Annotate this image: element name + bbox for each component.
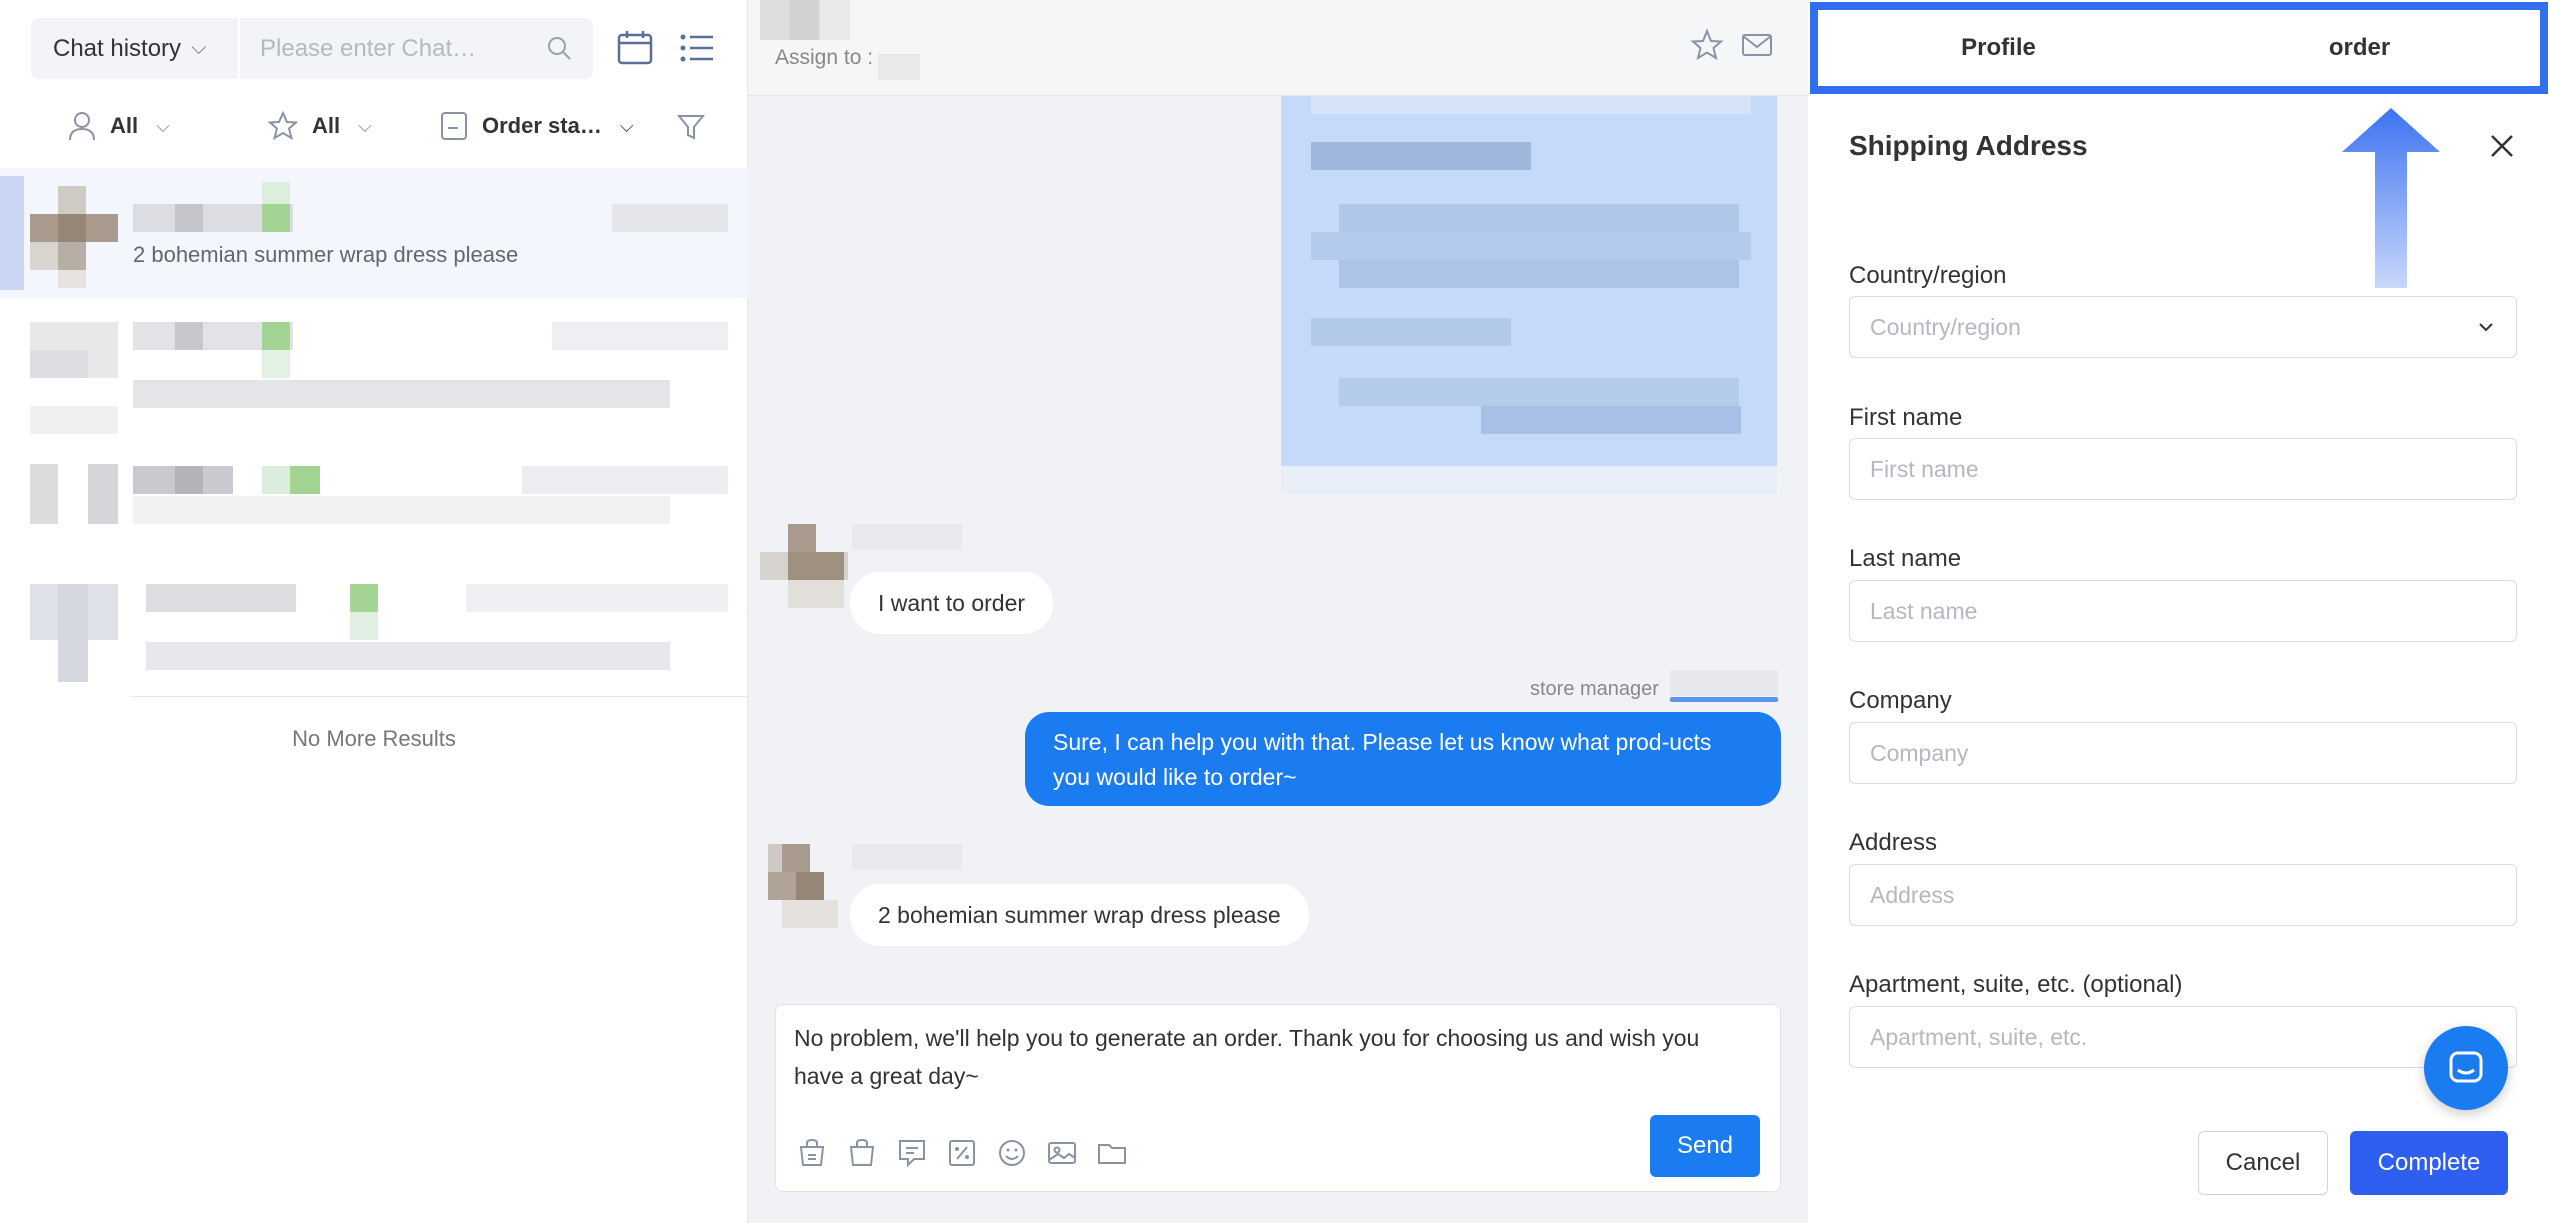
complete-button[interactable]: Complete <box>2350 1131 2508 1195</box>
chevron-down-icon: ⌵ <box>619 115 634 136</box>
shop-icon[interactable] <box>796 1137 828 1169</box>
order-panel: Profile order Shipping Address Country/r… <box>1808 0 2550 1223</box>
company-field[interactable] <box>1849 722 2517 784</box>
tab-profile[interactable]: Profile <box>1818 10 2179 86</box>
filter-row: All ⌵ All ⌵ Order sta… ⌵ <box>0 100 748 152</box>
order-status-filter-label: Order sta… <box>482 113 602 138</box>
sender-underline <box>1670 697 1778 702</box>
calendar-icon[interactable] <box>615 28 655 68</box>
star-icon <box>268 111 298 141</box>
chat-history-select[interactable]: Chat history ⌵ <box>31 18 240 79</box>
conversation-item[interactable] <box>0 310 748 440</box>
country-select[interactable]: Country/region <box>1849 296 2517 358</box>
star-icon[interactable] <box>1690 28 1724 62</box>
send-button[interactable]: Send <box>1650 1115 1760 1177</box>
message-bubble: I want to order <box>850 572 1054 634</box>
divider <box>130 696 748 697</box>
message-composer[interactable]: No problem, we'll help you to generate a… <box>775 1004 1781 1192</box>
message-bubble: 2 bohemian summer wrap dress please <box>850 884 1309 946</box>
funnel-icon[interactable] <box>676 112 706 142</box>
shopping-bag-icon[interactable] <box>846 1137 878 1169</box>
tab-bar-highlight: Profile order <box>1810 2 2548 94</box>
chat-header: Assign to : <box>748 0 1808 96</box>
first-name-field[interactable] <box>1849 438 2517 500</box>
message-text: I want to order <box>878 589 1026 616</box>
customer-avatar <box>768 844 858 934</box>
mail-icon[interactable] <box>1740 28 1774 62</box>
chevron-down-icon: ⌵ <box>191 37 207 59</box>
last-name-label: Last name <box>1849 545 1962 572</box>
blurred-media-content <box>1281 96 1777 466</box>
address-field[interactable] <box>1849 864 2517 926</box>
assign-label: Assign to : <box>775 46 874 69</box>
assignee-filter-label: All <box>110 113 139 138</box>
customer-avatar <box>760 524 850 614</box>
composer-text[interactable]: No problem, we'll help you to generate a… <box>794 1019 1754 1095</box>
chevron-down-icon <box>2479 323 2493 332</box>
sender-label: store manager <box>1530 678 1659 700</box>
order-status-filter[interactable]: Order sta… ⌵ <box>440 100 633 152</box>
chevron-down-icon: ⌵ <box>156 115 170 136</box>
avatar <box>30 178 118 288</box>
chat-history-label: Chat history <box>53 34 182 62</box>
country-label: Country/region <box>1849 262 2007 289</box>
message-text: Sure, I can help you with that. Please l… <box>1053 729 1712 790</box>
search-input[interactable] <box>240 18 593 79</box>
customer-name-blurred <box>760 0 850 40</box>
search-icon[interactable] <box>545 34 573 62</box>
apartment-field[interactable] <box>1849 1006 2517 1068</box>
arrow-up-icon <box>2342 108 2440 288</box>
user-icon <box>69 112 95 141</box>
conversation-list-panel: Chat history ⌵ All ⌵ All ⌵ Order sta… ⌵ <box>0 0 748 1223</box>
no-more-results: No More Results <box>292 726 456 751</box>
comment-icon[interactable] <box>896 1137 928 1169</box>
assignee-filter[interactable]: All ⌵ <box>68 100 170 152</box>
star-filter[interactable]: All ⌵ <box>268 100 372 152</box>
sender-name-blurred <box>1670 670 1778 696</box>
conversation-item[interactable] <box>0 570 748 700</box>
conversation-item[interactable]: 2 bohemian summer wrap dress please <box>0 168 748 298</box>
tab-order[interactable]: order <box>2179 10 2540 86</box>
conversation-preview: 2 bohemian summer wrap dress please <box>133 242 519 267</box>
agent-message-bubble: Sure, I can help you with that. Please l… <box>1025 712 1781 806</box>
discount-icon[interactable] <box>946 1137 978 1169</box>
folder-icon[interactable] <box>1096 1137 1128 1169</box>
emoji-icon[interactable] <box>996 1137 1028 1169</box>
image-icon[interactable] <box>1046 1137 1078 1169</box>
apartment-label: Apartment, suite, etc. (optional) <box>1849 971 2183 998</box>
panel-title: Shipping Address <box>1849 130 2088 161</box>
list-icon[interactable] <box>677 28 717 68</box>
chevron-down-icon: ⌵ <box>358 115 372 136</box>
customer-name-blurred <box>852 524 962 550</box>
cancel-button[interactable]: Cancel <box>2198 1131 2328 1195</box>
chat-widget-button[interactable] <box>2424 1026 2508 1110</box>
conversation-item[interactable] <box>0 440 748 570</box>
address-label: Address <box>1849 829 1938 856</box>
first-name-label: First name <box>1849 404 1963 431</box>
customer-name-blurred <box>852 844 962 870</box>
company-label: Company <box>1849 687 1952 714</box>
close-icon[interactable] <box>2486 130 2518 162</box>
composer-toolbar <box>796 1137 1146 1169</box>
country-placeholder: Country/region <box>1870 313 2021 340</box>
chat-panel: Assign to : I want to order store manage… <box>748 0 1808 1223</box>
blurred-media-card <box>1281 96 1777 494</box>
chat-bubble-icon <box>2449 1051 2483 1083</box>
assignee-blurred <box>878 54 920 80</box>
search-bar: Chat history ⌵ <box>31 18 593 79</box>
message-text: 2 bohemian summer wrap dress please <box>878 901 1281 928</box>
last-name-field[interactable] <box>1849 580 2517 642</box>
order-status-icon <box>441 112 467 140</box>
star-filter-label: All <box>312 113 341 138</box>
